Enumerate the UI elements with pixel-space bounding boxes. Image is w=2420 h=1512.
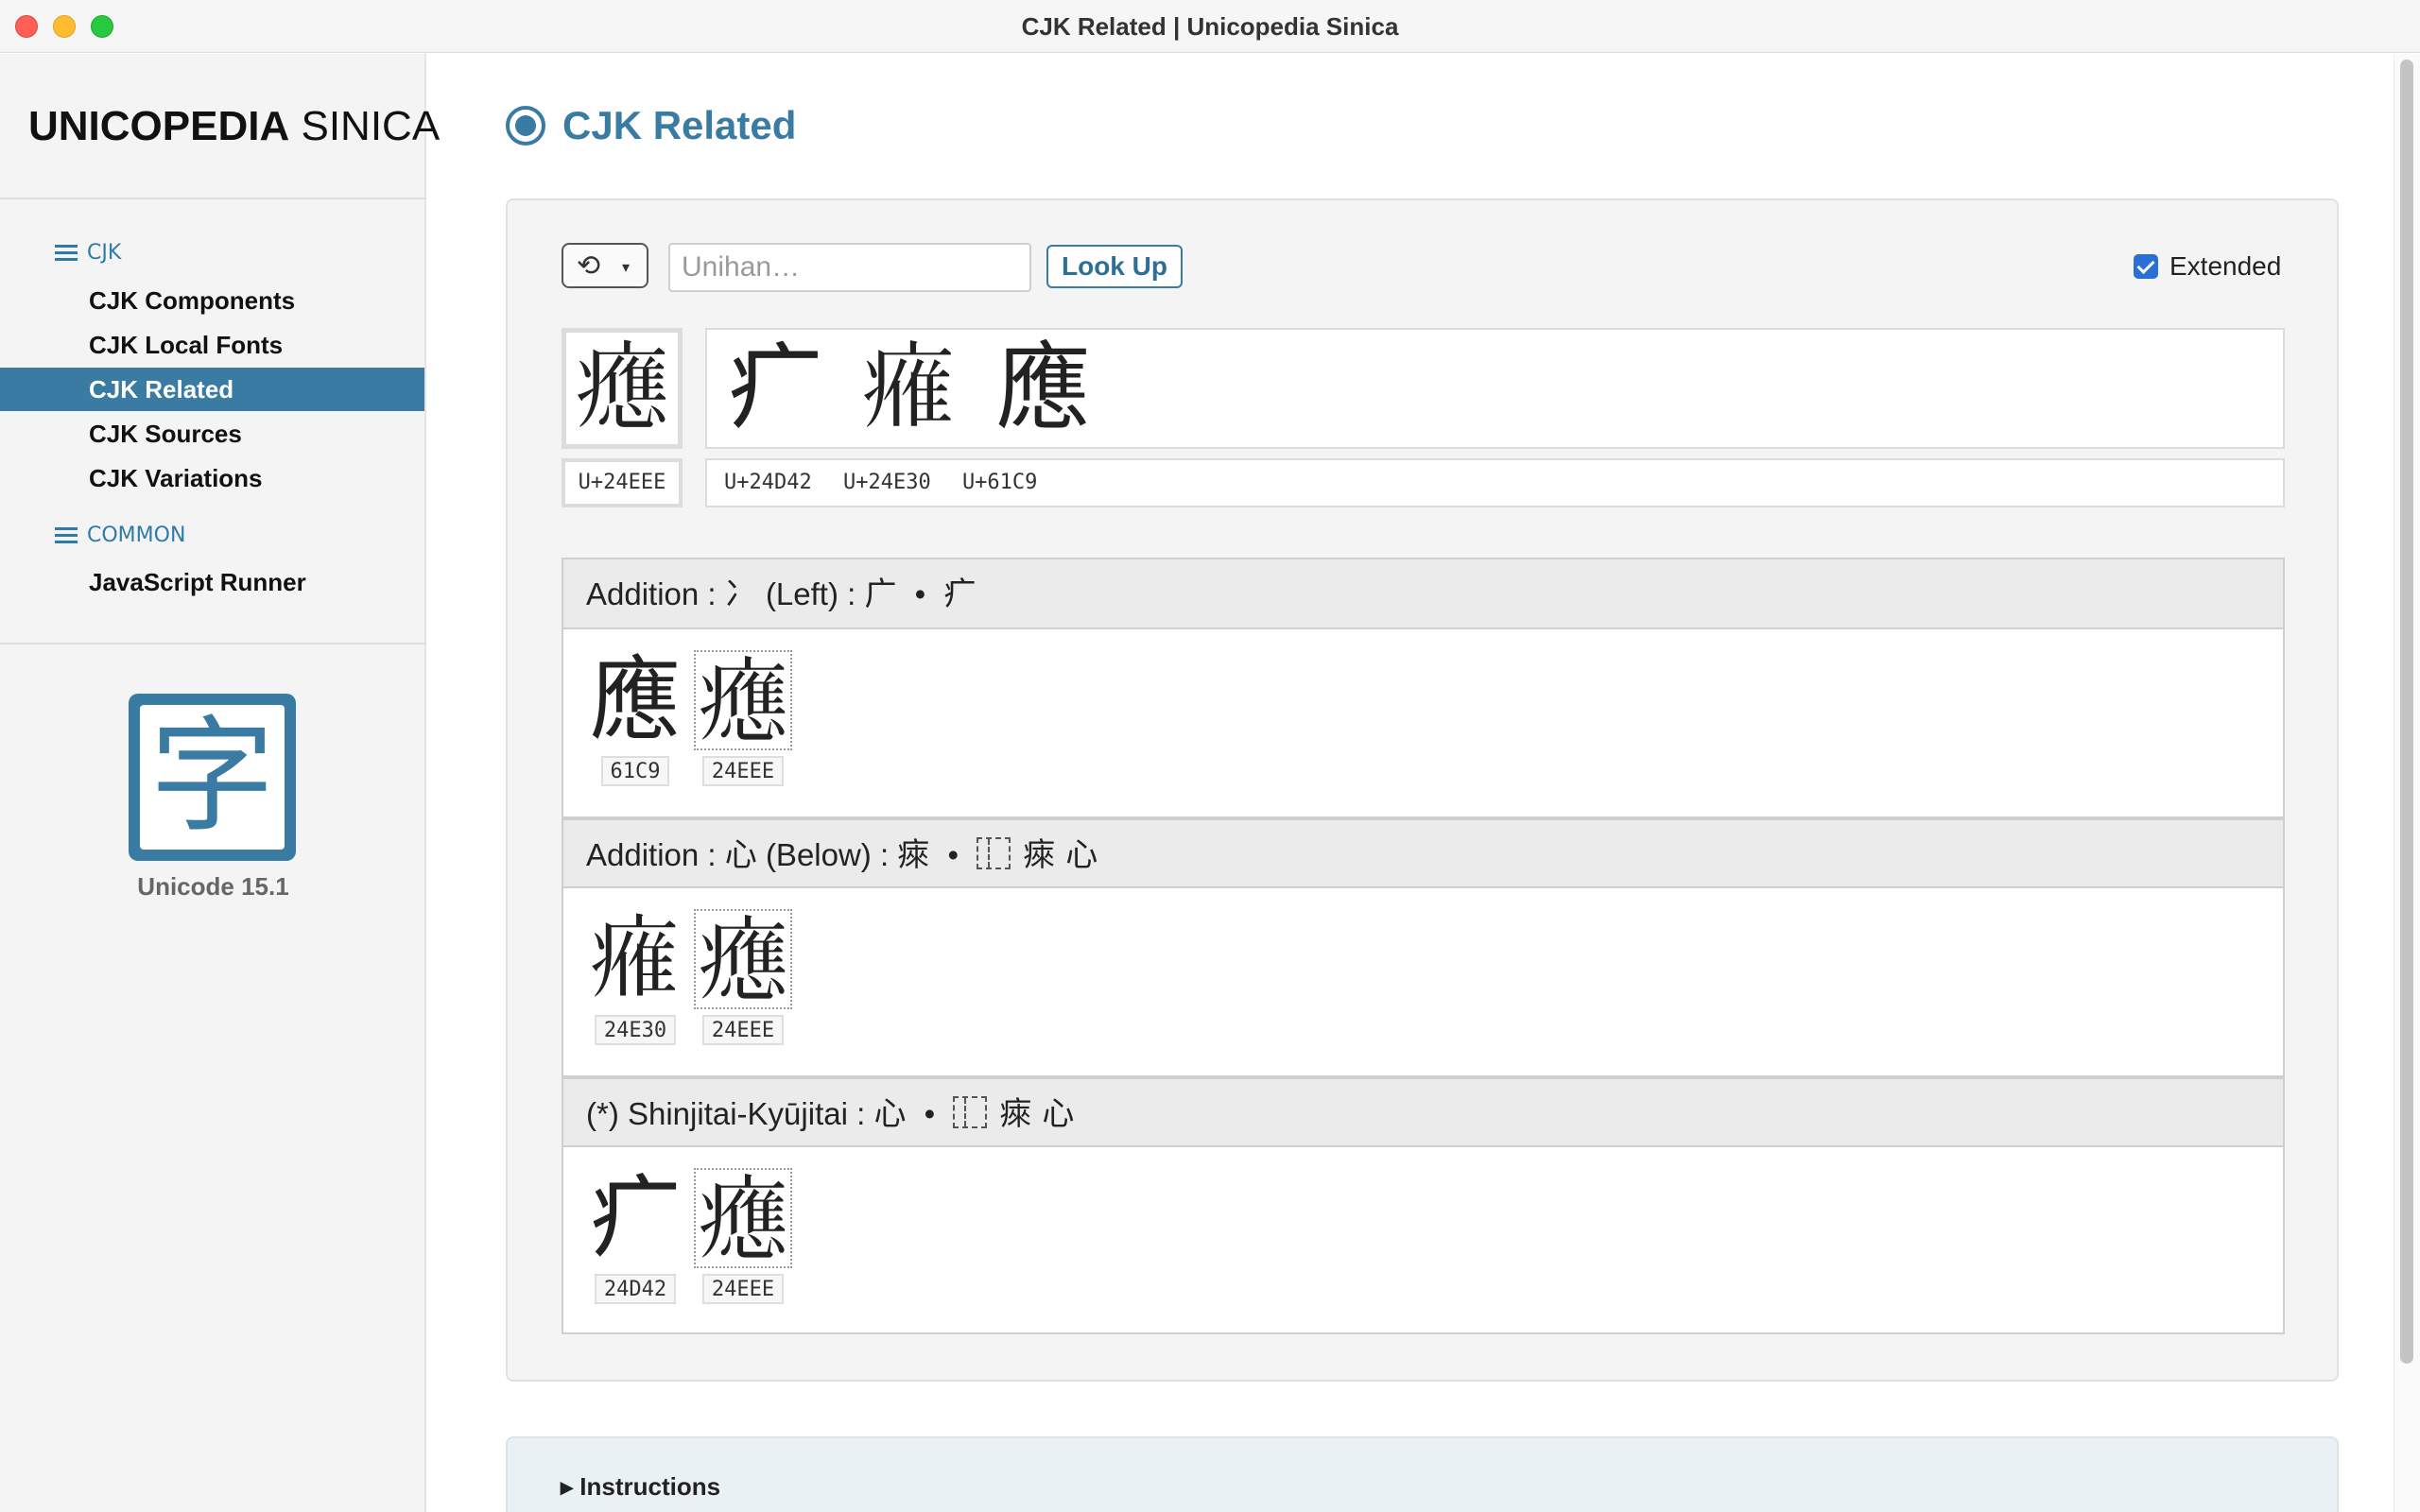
relation-results: Addition : 冫 (Left) : 广 • 疒 應 61C9 𤻮 24E… [562, 558, 2285, 1334]
glyph-char: 𤻮 [694, 650, 792, 752]
current-char: 𤻮 [562, 328, 683, 449]
bullet-separator: • [924, 1096, 936, 1131]
relation-header: (*) Shinjitai-Kyūjitai : 心 • 㾢 心 [563, 1077, 2283, 1147]
glyph-char: 疒 [590, 1165, 681, 1271]
bullet-separator: • [947, 837, 959, 872]
related-codes: U+24D42 U+24E30 U+61C9 [705, 458, 2285, 507]
scroll-thumb[interactable] [2400, 60, 2413, 1364]
lookup-panel: ⟲ ▾ Look Up Extended 𤻮 U+24EEE 疒 𤸰 應 U+2… [506, 198, 2339, 1382]
relation-to: 疒 [943, 576, 977, 613]
sidebar-divider [0, 643, 426, 644]
glyph-char: 應 [590, 647, 681, 753]
relation-header: Addition : 心 (Below) : 㾢 • 㾢 心 [563, 818, 2283, 888]
glyph-item[interactable]: 𤻮 24EEE [694, 1168, 792, 1304]
relation-to: 㾢 心 [1023, 836, 1098, 874]
look-up-button[interactable]: Look Up [1046, 245, 1183, 288]
glyph-char: 𤻮 [694, 1168, 792, 1270]
instructions-disclosure[interactable]: ▸ Instructions [506, 1436, 2339, 1512]
vertical-scrollbar[interactable] [2394, 54, 2420, 1512]
relation-header: Addition : 冫 (Left) : 广 • 疒 [563, 559, 2283, 629]
instructions-label: ▸ Instructions [561, 1472, 721, 1501]
extended-label: Extended [2169, 251, 2282, 281]
sidebar-item-cjk-variations[interactable]: CJK Variations [0, 456, 424, 500]
glyph-code: 24D42 [594, 1274, 677, 1304]
ids-above-below-icon [953, 1096, 988, 1128]
sidebar-item-cjk-components[interactable]: CJK Components [0, 279, 424, 322]
related-code: U+61C9 [961, 471, 1038, 494]
page-title: CJK Related [506, 103, 796, 148]
relation-component: 冫 [724, 576, 757, 613]
related-char[interactable]: 𤸰 [862, 333, 957, 443]
glyph-code: 24EEE [701, 1274, 785, 1304]
bullet-separator: • [914, 576, 926, 611]
glyph-item[interactable]: 𤻮 24EEE [694, 650, 792, 786]
clock-history-icon: ⟲ [577, 249, 601, 283]
sidebar: UNICOPEDIA SINICA CJK CJK Components CJK… [0, 54, 440, 1512]
relation-row: 應 61C9 𤻮 24EEE [563, 631, 2283, 818]
brand-title: UNICOPEDIA SINICA [28, 103, 440, 150]
relation-row: 疒 24D42 𤻮 24EEE [563, 1149, 2283, 1336]
glyph-char: 𤸰 [590, 906, 681, 1012]
extended-checkbox[interactable] [2134, 254, 2158, 279]
relation-from: 广 [864, 576, 897, 613]
current-code: U+24EEE [562, 458, 683, 507]
relation-row: 𤸰 24E30 𤻮 24EEE [563, 890, 2283, 1077]
section-label: CJK [87, 241, 122, 265]
related-code: U+24D42 [724, 471, 812, 494]
related-char[interactable]: 應 [996, 333, 1091, 443]
app-logo: 字 [129, 694, 296, 861]
related-chars: 疒 𤸰 應 [705, 328, 2285, 449]
title-bar: CJK Related | Unicopedia Sinica [0, 0, 2420, 53]
radio-icon [506, 106, 545, 146]
glyph-code: 24E30 [594, 1015, 677, 1045]
extended-toggle[interactable]: Extended [2134, 251, 2281, 282]
glyph-item[interactable]: 𤸰 24E30 [586, 909, 684, 1045]
relation-to: 㾢 心 [999, 1095, 1075, 1133]
history-button[interactable]: ⟲ ▾ [562, 243, 648, 288]
glyph-code: 61C9 [600, 756, 670, 786]
sidebar-item-cjk-local-fonts[interactable]: CJK Local Fonts [0, 323, 424, 367]
section-common: COMMON [55, 521, 185, 551]
relation-component: 心 [873, 1095, 907, 1133]
unicode-version: Unicode 15.1 [137, 872, 289, 901]
glyph-code: 24EEE [701, 1015, 785, 1045]
relation-from: 㾢 [897, 836, 930, 874]
sidebar-item-cjk-related[interactable]: CJK Related [0, 368, 424, 411]
brand-bold: UNICOPEDIA [28, 103, 290, 149]
relation-position: (Below) : [765, 837, 890, 872]
glyph-char: 𤻮 [694, 909, 792, 1011]
related-char[interactable]: 疒 [728, 333, 822, 443]
instructions-text: Instructions [579, 1472, 721, 1501]
main-content: CJK Related ⟲ ▾ Look Up Extended 𤻮 U+24E… [452, 54, 2390, 1512]
glyph-code: 24EEE [701, 756, 785, 786]
logo-char: 字 [140, 705, 285, 850]
sidebar-divider [0, 198, 426, 199]
brand-light: SINICA [301, 103, 441, 149]
relation-type: Addition : [586, 576, 717, 611]
ids-above-below-icon [977, 837, 1011, 869]
relation-component: 心 [724, 836, 757, 874]
glyph-item[interactable]: 𤻮 24EEE [694, 909, 792, 1045]
relation-position: (Left) : [765, 576, 856, 611]
window-title: CJK Related | Unicopedia Sinica [1021, 12, 1399, 41]
sidebar-item-cjk-sources[interactable]: CJK Sources [0, 412, 424, 455]
glyph-item[interactable]: 應 61C9 [586, 650, 684, 786]
relation-type: Addition : [586, 837, 717, 872]
section-label: COMMON [87, 524, 186, 547]
caret-down-icon: ▾ [622, 258, 631, 276]
related-code: U+24E30 [842, 471, 931, 494]
glyph-item[interactable]: 疒 24D42 [586, 1168, 684, 1304]
relation-type: (*) Shinjitai-Kyūjitai : [586, 1096, 866, 1131]
sidebar-item-javascript-runner[interactable]: JavaScript Runner [0, 560, 424, 604]
unihan-search-input[interactable] [668, 243, 1031, 292]
menu-icon [55, 245, 78, 262]
menu-icon [55, 527, 78, 544]
page-title-text: CJK Related [562, 103, 797, 147]
section-cjk: CJK [55, 238, 121, 268]
